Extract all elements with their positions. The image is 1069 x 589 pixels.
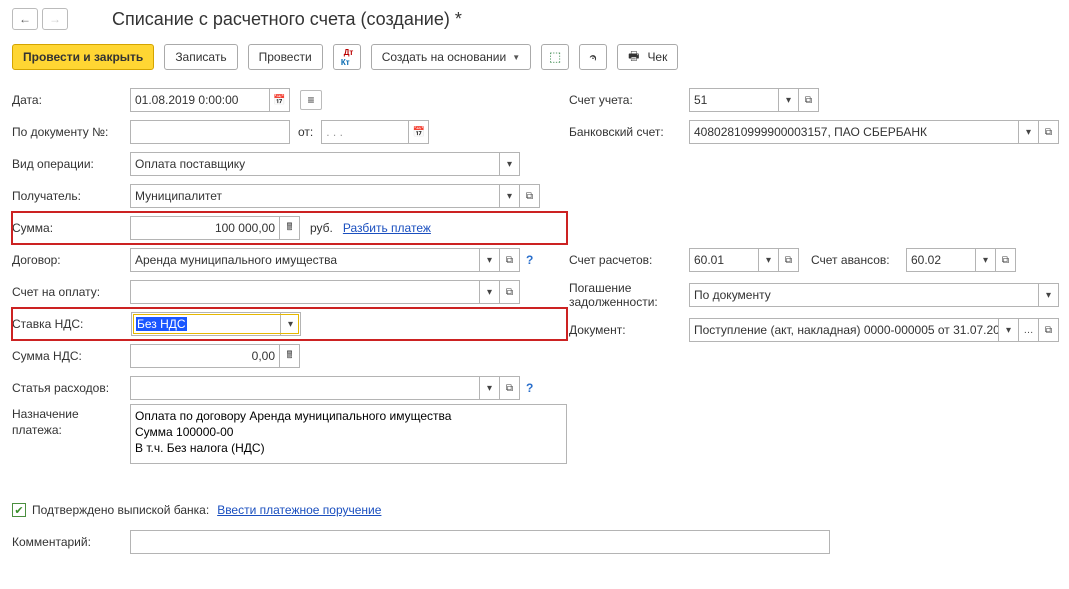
open-icon[interactable]: ⧉ xyxy=(500,280,520,304)
document-label: Документ: xyxy=(569,323,689,337)
chevron-down-icon[interactable]: ▾ xyxy=(759,248,779,272)
op-type-select[interactable]: Оплата поставщику xyxy=(130,152,500,176)
save-button[interactable]: Записать xyxy=(164,44,237,70)
doc-from-input[interactable]: . . . xyxy=(321,120,409,144)
open-icon[interactable]: ⧉ xyxy=(799,88,819,112)
contract-label: Договор: xyxy=(12,253,130,267)
document-input[interactable]: Поступление (акт, накладная) 0000-000005… xyxy=(689,318,999,342)
chevron-down-icon[interactable]: ▾ xyxy=(480,248,500,272)
comment-input[interactable] xyxy=(130,530,830,554)
chevron-down-icon[interactable]: ▾ xyxy=(779,88,799,112)
account-input[interactable]: 51 xyxy=(689,88,779,112)
invoice-input[interactable] xyxy=(130,280,480,304)
open-icon[interactable]: ⧉ xyxy=(500,376,520,400)
confirmed-checkbox[interactable]: ✔ xyxy=(12,503,26,517)
printer-icon: 🖶 xyxy=(628,47,639,68)
calendar-icon[interactable]: 📅 xyxy=(409,120,429,144)
doc-no-input[interactable] xyxy=(130,120,290,144)
account-label: Счет учета: xyxy=(569,93,689,107)
more-icon[interactable]: … xyxy=(1019,318,1039,342)
comment-label: Комментарий: xyxy=(12,535,130,549)
confirmed-label: Подтверждено выпиской банка: xyxy=(32,503,209,517)
nav-back-button[interactable]: ← xyxy=(12,8,38,30)
nav-fwd-button[interactable]: → xyxy=(42,8,68,30)
split-payment-link[interactable]: Разбить платеж xyxy=(343,221,431,235)
doc-no-label: По документу №: xyxy=(12,125,130,139)
sum-label: Сумма: xyxy=(12,221,130,235)
expense-item-label: Статья расходов: xyxy=(12,381,130,395)
paperclip-icon: 𝄐 xyxy=(586,49,599,65)
tree-icon: ⬚ xyxy=(549,49,561,65)
purpose-label: Назначение платежа: xyxy=(12,404,130,438)
toolbar: Провести и закрыть Записать Провести Дт … xyxy=(12,44,1057,70)
create-based-on-button[interactable]: Создать на основании▼ xyxy=(371,44,531,70)
vat-rate-label: Ставка НДС: xyxy=(12,317,130,331)
form-settings-icon[interactable]: ≡ xyxy=(300,90,322,110)
settl-acc-label: Счет расчетов: xyxy=(569,253,689,267)
page-title: Списание с расчетного счета (создание) * xyxy=(112,9,462,30)
open-icon[interactable]: ⧉ xyxy=(779,248,799,272)
help-icon[interactable]: ? xyxy=(526,253,533,267)
bank-acc-input[interactable]: 40802810999900003157, ПАО СБЕРБАНК xyxy=(689,120,1019,144)
open-icon[interactable]: ⧉ xyxy=(996,248,1016,272)
calculator-icon[interactable]: 🖩 xyxy=(280,344,300,368)
purpose-textarea[interactable] xyxy=(130,404,567,464)
dtkt-icon: Дт Кт xyxy=(344,49,350,65)
dtkt-button[interactable]: Дт Кт xyxy=(333,44,361,70)
post-button[interactable]: Провести xyxy=(248,44,323,70)
invoice-label: Счет на оплату: xyxy=(12,285,130,299)
chevron-down-icon[interactable]: ▾ xyxy=(480,376,500,400)
sum-input[interactable]: 100 000,00 xyxy=(130,216,280,240)
debt-repay-label: Погашениезадолженности: xyxy=(569,281,689,310)
chevron-down-icon: ▼ xyxy=(512,53,520,62)
adv-acc-label: Счет авансов: xyxy=(811,253,906,267)
adv-acc-input[interactable]: 60.02 xyxy=(906,248,976,272)
chevron-down-icon[interactable]: ▾ xyxy=(281,312,301,336)
vat-rate-select[interactable]: Без НДС xyxy=(131,312,281,336)
chevron-down-icon[interactable]: ▾ xyxy=(976,248,996,272)
chevron-down-icon[interactable]: ▾ xyxy=(999,318,1019,342)
bank-acc-label: Банковский счет: xyxy=(569,125,689,139)
vat-sum-label: Сумма НДС: xyxy=(12,349,130,363)
chevron-down-icon[interactable]: ▾ xyxy=(480,280,500,304)
debt-repay-select[interactable]: По документу xyxy=(689,283,1039,307)
cheque-button[interactable]: 🖶 Чек xyxy=(617,44,678,70)
open-icon[interactable]: ⧉ xyxy=(1039,120,1059,144)
rub-label: руб. xyxy=(310,221,333,235)
chevron-down-icon[interactable]: ▾ xyxy=(1039,283,1059,307)
chevron-down-icon[interactable]: ▾ xyxy=(500,152,520,176)
enter-payment-order-link[interactable]: Ввести платежное поручение xyxy=(217,503,381,517)
payee-label: Получатель: xyxy=(12,189,130,203)
open-icon[interactable]: ⧉ xyxy=(1039,318,1059,342)
date-input[interactable]: 01.08.2019 0:00:00 xyxy=(130,88,270,112)
op-type-label: Вид операции: xyxy=(12,157,130,171)
payee-input[interactable]: Муниципалитет xyxy=(130,184,500,208)
structure-button[interactable]: ⬚ xyxy=(541,44,569,70)
help-icon[interactable]: ? xyxy=(526,381,533,395)
settl-acc-input[interactable]: 60.01 xyxy=(689,248,759,272)
calculator-icon[interactable]: 🖩 xyxy=(280,216,300,240)
chevron-down-icon[interactable]: ▾ xyxy=(500,184,520,208)
vat-sum-input[interactable]: 0,00 xyxy=(130,344,280,368)
date-label: Дата: xyxy=(12,93,130,107)
open-icon[interactable]: ⧉ xyxy=(520,184,540,208)
open-icon[interactable]: ⧉ xyxy=(500,248,520,272)
contract-input[interactable]: Аренда муниципального имущества xyxy=(130,248,480,272)
calendar-icon[interactable]: 📅 xyxy=(270,88,290,112)
chevron-down-icon[interactable]: ▾ xyxy=(1019,120,1039,144)
expense-item-input[interactable] xyxy=(130,376,480,400)
doc-from-label: от: xyxy=(298,125,313,139)
post-and-close-button[interactable]: Провести и закрыть xyxy=(12,44,154,70)
attach-button[interactable]: 𝄐 xyxy=(579,44,607,70)
